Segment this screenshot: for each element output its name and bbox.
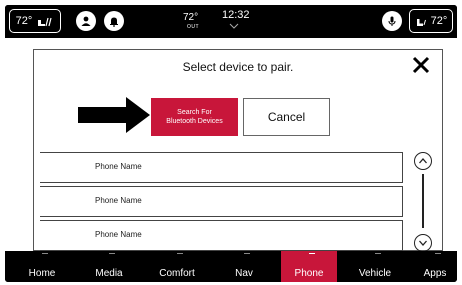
microphone-icon [388,16,396,26]
cancel-button[interactable]: Cancel [243,98,330,136]
device-name: Phone Name [95,230,142,239]
head-unit-screen: 72° 72° OUT 12:32 72° Select device to p… [5,5,457,282]
person-icon [81,16,91,26]
driver-temp: 72° [15,15,33,27]
content-area: Select device to pair. Search For Blueto… [5,38,457,252]
nav-item-comfort[interactable]: Comfort [147,251,207,282]
driver-climate-control[interactable]: 72° [9,9,61,33]
chevron-down-icon[interactable] [229,23,239,29]
heated-seat-icon [38,17,52,27]
search-button-line-2: Bluetooth Devices [166,118,223,125]
voice-button[interactable] [382,11,402,31]
device-list-item[interactable]: Phone Name [40,220,403,251]
driver-profile-button[interactable] [76,11,96,31]
nav-label: Nav [235,268,253,279]
nav-label: Home [28,268,56,279]
scroll-down-button[interactable] [414,234,432,252]
chevron-down-icon [419,240,427,246]
bell-icon [110,17,118,27]
nav-icon-stub [109,253,115,254]
device-name: Phone Name [95,196,142,205]
nav-label: Apps [423,268,447,279]
dialog-title: Select device to pair. [182,60,294,74]
nav-icon-stub [309,253,315,254]
nav-icon-stub [435,253,441,254]
clock-time: 12:32 [222,9,250,21]
nav-item-vehicle[interactable]: Vehicle [345,251,405,282]
nav-label: Vehicle [358,268,392,279]
nav-item-nav[interactable]: Nav [215,251,273,282]
nav-label: Comfort [159,268,195,279]
nav-item-phone[interactable]: Phone [281,251,337,282]
nav-item-apps[interactable]: Apps [413,251,457,282]
device-name: Phone Name [95,162,142,171]
device-list-item[interactable]: Phone Name [40,186,403,217]
scrollbar-track[interactable] [422,174,424,228]
passenger-seat-icon [416,19,426,26]
close-icon[interactable] [412,56,430,74]
outside-temp-label: OUT [187,24,200,30]
bottom-nav: Home Media Comfort Nav Phone Vehicle App… [5,251,457,282]
chevron-up-icon [419,158,427,164]
device-list-item[interactable]: Phone Name [40,152,403,183]
scroll-up-button[interactable] [414,152,432,170]
nav-icon-stub [42,253,48,254]
outside-temp: 72° [183,12,199,23]
nav-item-media[interactable]: Media [80,251,138,282]
search-button-line-1: Search For [177,109,212,116]
nav-label: Media [95,268,123,279]
arrow-pointer-icon [78,97,150,133]
nav-label: Phone [294,268,324,279]
passenger-temp: 72° [430,15,448,27]
passenger-climate-control[interactable]: 72° [409,9,453,33]
nav-icon-stub [244,253,250,254]
nav-icon-stub [177,253,183,254]
search-bluetooth-button[interactable]: Search For Bluetooth Devices [151,98,238,136]
nav-item-home[interactable]: Home [13,251,71,282]
nav-icon-stub [375,253,381,254]
screenshot-frame: 72° 72° OUT 12:32 72° Select device to p… [0,0,462,285]
status-bar: 72° 72° OUT 12:32 72° [5,5,457,38]
notifications-button[interactable] [104,11,124,31]
pair-device-dialog: Select device to pair. Search For Blueto… [33,49,443,252]
